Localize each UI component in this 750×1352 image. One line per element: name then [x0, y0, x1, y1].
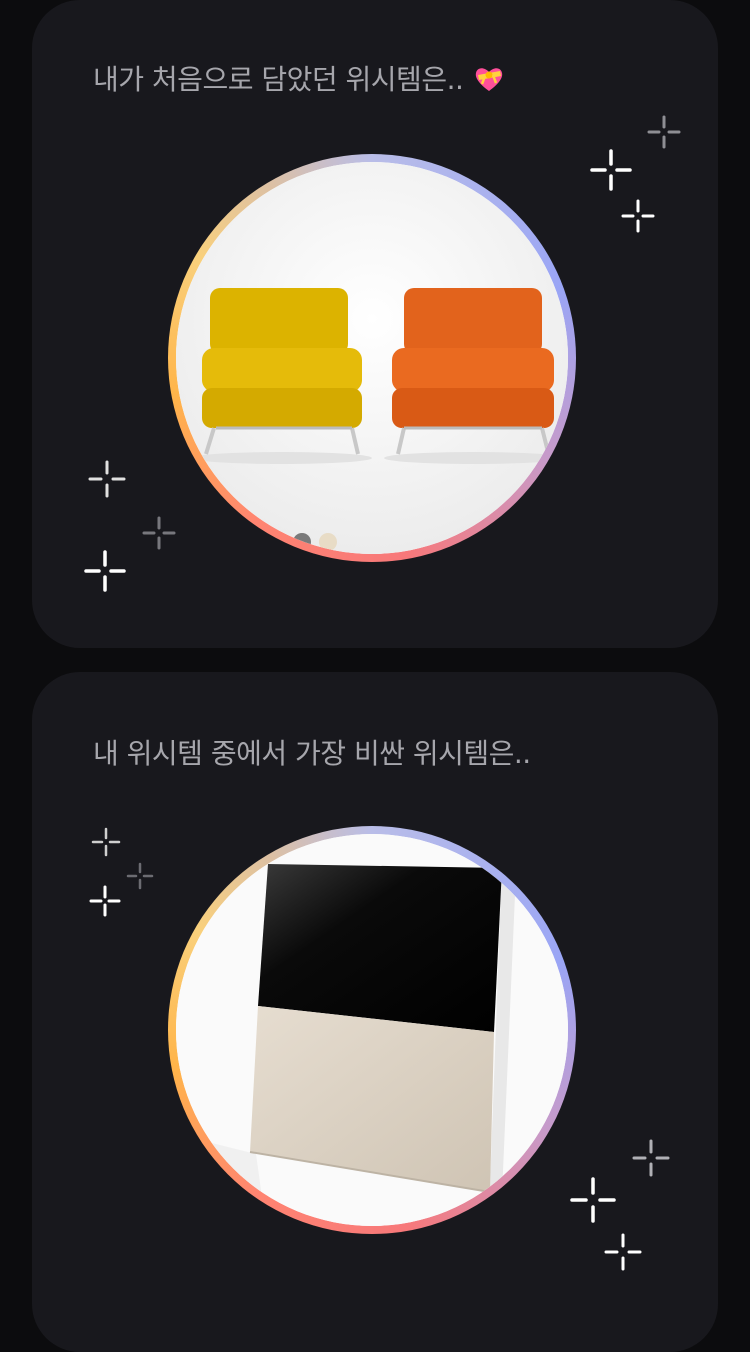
sparkle-icon [604, 1233, 642, 1271]
heart-with-ribbon-icon [475, 68, 502, 91]
first-wish-item-title: 내가 처음으로 담았던 위시템은.. [93, 58, 504, 98]
sparkle-icon [632, 1139, 670, 1177]
most-expensive-wish-item-card: 내 위시템 중에서 가장 비싼 위시템은.. [32, 672, 718, 1352]
most-expensive-item-title: 내 위시템 중에서 가장 비싼 위시템은.. [93, 737, 531, 770]
sparkle-icon [142, 516, 176, 550]
first-item-image-frame [168, 154, 576, 562]
sparkle-icon [570, 1177, 616, 1223]
sparkle-icon [91, 827, 121, 857]
color-option-gray [293, 533, 311, 551]
sparkle-icon [84, 550, 126, 592]
first-wish-item-card: 내가 처음으로 담았던 위시템은.. [32, 0, 718, 648]
expensive-item-image-frame [168, 826, 576, 1234]
sparkle-icon [126, 862, 154, 890]
sparkle-icon [621, 199, 655, 233]
sparkle-icon [89, 885, 121, 917]
product-image-easel-tv[interactable] [176, 834, 568, 1226]
first-wish-item-title-text: 내가 처음으로 담았던 위시템은.. [93, 63, 464, 96]
color-option-beige [319, 533, 337, 551]
sparkle-icon [88, 460, 126, 498]
sparkle-icon [590, 149, 632, 191]
product-image-lounge-chairs[interactable] [176, 162, 568, 554]
sparkle-icon [647, 115, 681, 149]
